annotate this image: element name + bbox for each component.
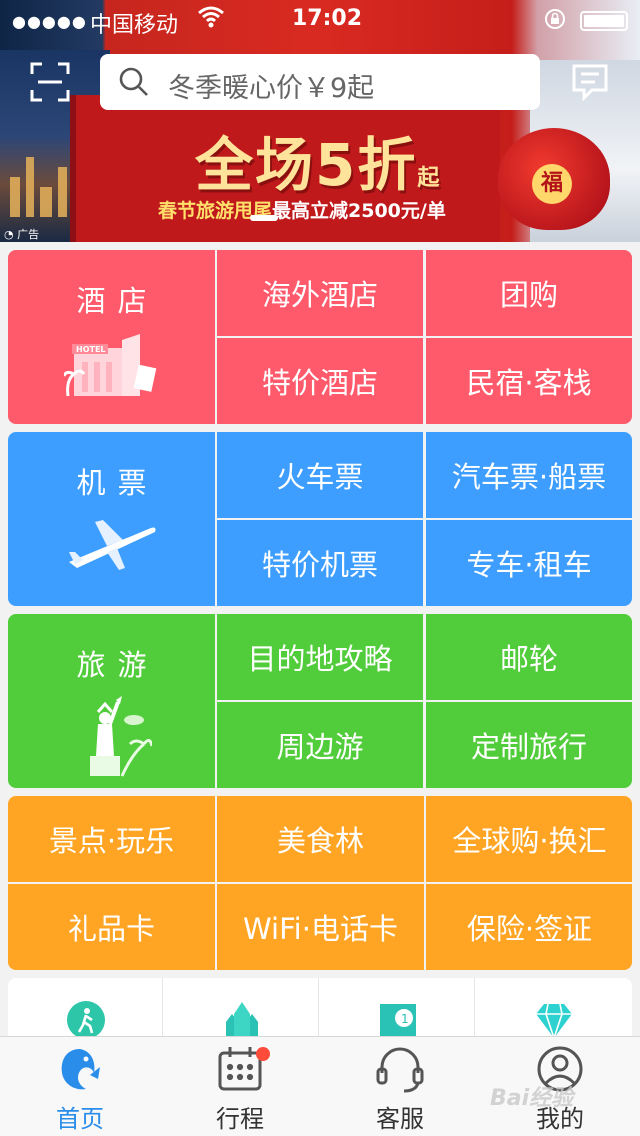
wifi-phone-card-tile[interactable]: WiFi·电话卡	[217, 884, 424, 970]
more-services-section: 景点·玩乐 美食林 全球购·换汇 礼品卡 WiFi·电话卡 保险·签证	[8, 796, 632, 970]
clock: 17:02	[292, 6, 363, 31]
battery-icon	[580, 11, 628, 31]
signal-icon: ●●●●●	[12, 12, 87, 31]
gift-card-tile[interactable]: 礼品卡	[8, 884, 215, 970]
carousel-indicator	[250, 215, 278, 221]
svg-text:1: 1	[401, 1012, 409, 1026]
message-icon[interactable]	[570, 62, 610, 102]
statue-of-liberty-icon	[72, 694, 153, 785]
quick-icons-row: 1	[8, 978, 632, 1040]
food-tile[interactable]: 美食林	[217, 796, 424, 882]
castle-icon[interactable]	[164, 978, 319, 1040]
destination-guide-tile[interactable]: 目的地攻略	[217, 614, 423, 700]
svg-text:HOTEL: HOTEL	[76, 345, 106, 354]
attractions-tile[interactable]: 景点·玩乐	[8, 796, 215, 882]
headset-icon	[376, 1047, 424, 1093]
baidu-watermark: Bai经验	[490, 1086, 574, 1111]
diamond-icon[interactable]	[476, 978, 631, 1040]
dolphin-home-icon	[61, 1049, 100, 1090]
hotel-tile[interactable]: 酒店 HOTEL	[8, 250, 215, 424]
discount-hotel-tile[interactable]: 特价酒店	[217, 338, 423, 424]
train-ticket-tile[interactable]: 火车票	[217, 432, 423, 518]
hiking-icon[interactable]	[8, 978, 163, 1039]
tab-itinerary[interactable]: 行程	[160, 1037, 320, 1136]
hotel-icon: HOTEL	[62, 330, 160, 407]
scan-icon[interactable]	[30, 62, 70, 102]
nearby-trip-tile[interactable]: 周边游	[217, 702, 423, 788]
banner-subline: 春节旅游甩尾最高立减2500元/单	[158, 200, 446, 222]
banner-headline: 全场5折起	[195, 131, 442, 199]
travel-tile[interactable]: 旅游	[8, 614, 215, 788]
cruise-tile[interactable]: 邮轮	[426, 614, 632, 700]
search-input[interactable]: 冬季暖心价￥9起	[100, 54, 540, 110]
travel-section: 旅游 目的地攻略 邮轮 周边游 定制旅行	[8, 614, 632, 788]
carrier-name: 中国移动	[90, 13, 179, 38]
group-buy-tile[interactable]: 团购	[426, 250, 632, 336]
global-shopping-tile[interactable]: 全球购·换汇	[426, 796, 632, 882]
search-placeholder: 冬季暖心价￥9起	[168, 73, 375, 104]
insurance-visa-tile[interactable]: 保险·签证	[426, 884, 632, 970]
notification-dot	[256, 1047, 270, 1061]
status-bar: ●●●●● 中国移动 17:02	[0, 0, 640, 40]
map-badge-icon[interactable]: 1	[320, 978, 475, 1040]
bus-ferry-ticket-tile[interactable]: 汽车票·船票	[426, 432, 632, 518]
tab-customer-service[interactable]: 客服	[320, 1037, 480, 1136]
airplane-icon	[67, 512, 157, 579]
tab-home[interactable]: 首页	[0, 1037, 160, 1136]
hotel-section: 酒店 HOTEL 海外酒店 团购 特价酒店 民宿·客栈	[8, 250, 632, 424]
overseas-hotel-tile[interactable]: 海外酒店	[217, 250, 423, 336]
custom-trip-tile[interactable]: 定制旅行	[426, 702, 632, 788]
car-rental-tile[interactable]: 专车·租车	[426, 520, 632, 606]
search-icon	[118, 66, 150, 102]
wifi-icon	[198, 6, 224, 34]
homestay-inn-tile[interactable]: 民宿·客栈	[426, 338, 632, 424]
discount-flight-tile[interactable]: 特价机票	[217, 520, 423, 606]
ad-label: ◔ 广告	[4, 228, 40, 241]
service-grid: 酒店 HOTEL 海外酒店 团购 特价酒店 民宿·客栈 机票 火车票 汽车票·船…	[8, 250, 632, 978]
rotation-lock-icon	[544, 8, 566, 35]
lucky-bag-icon: 福	[498, 128, 610, 230]
flight-section: 机票 火车票 汽车票·船票 特价机票 专车·租车	[8, 432, 632, 606]
flight-tile[interactable]: 机票	[8, 432, 215, 606]
